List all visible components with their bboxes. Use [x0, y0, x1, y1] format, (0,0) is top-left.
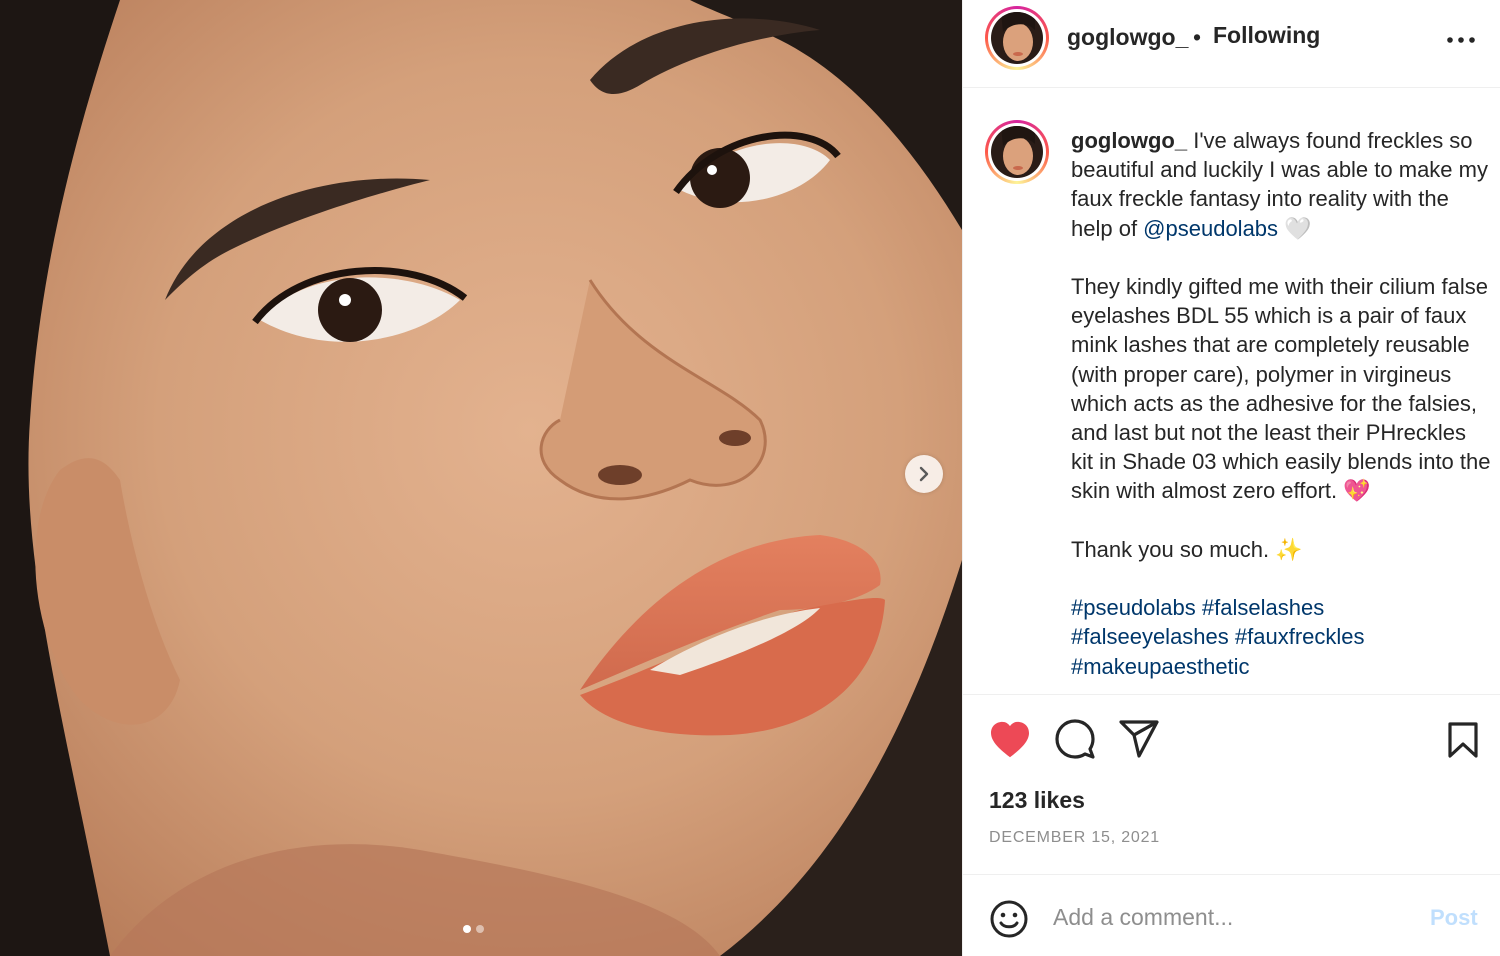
hashtag-link[interactable]: #pseudolabs: [1071, 595, 1196, 620]
save-button[interactable]: [1447, 721, 1479, 764]
avatar-image: [991, 12, 1043, 64]
bookmark-icon: [1448, 722, 1478, 758]
more-options-icon: [1447, 37, 1475, 43]
post-header: goglowgo_ • Following: [963, 0, 1500, 88]
post-details-panel: goglowgo_ • Following goglowgo_ I've alw…: [962, 0, 1500, 956]
post-photo[interactable]: [0, 0, 962, 956]
post-caption: goglowgo_ I've always found freckles so …: [1071, 126, 1491, 681]
post-date: DECEMBER 15, 2021: [989, 829, 1161, 846]
avatar[interactable]: [985, 6, 1049, 70]
caption-avatar[interactable]: [985, 120, 1049, 184]
sparkling-heart-emoji: 💖: [1343, 478, 1371, 504]
emoji-picker-button[interactable]: [989, 899, 1029, 944]
smiley-icon: [990, 900, 1028, 938]
caption-text: They kindly gifted me with their cilium …: [1071, 274, 1497, 504]
more-options-button[interactable]: [1443, 26, 1479, 54]
like-button[interactable]: [989, 721, 1031, 764]
author-username[interactable]: goglowgo_: [1067, 24, 1188, 51]
carousel-dot-active: [463, 925, 471, 933]
post-actions: 123 likes DECEMBER 15, 2021: [963, 694, 1500, 874]
mention-link[interactable]: @pseudolabs: [1143, 216, 1278, 241]
hashtag-link[interactable]: #makeupaesthetic: [1071, 654, 1250, 679]
comment-input[interactable]: [1053, 897, 1413, 937]
likes-count[interactable]: 123 likes: [989, 787, 1085, 814]
caption-username[interactable]: goglowgo_: [1071, 128, 1187, 153]
avatar-image: [991, 126, 1043, 178]
header-separator: •: [1193, 24, 1202, 50]
carousel-indicator: [463, 925, 484, 933]
selfie-illustration: [0, 0, 962, 956]
next-photo-button[interactable]: [905, 455, 943, 493]
hashtag-link[interactable]: #falseeyelashes: [1071, 624, 1229, 649]
carousel-dot: [476, 925, 484, 933]
post-comment-button[interactable]: Post: [1430, 905, 1478, 931]
share-button[interactable]: [1119, 719, 1159, 764]
caption-text: Thank you so much.: [1071, 536, 1276, 562]
comment-icon: [1055, 719, 1095, 759]
hashtag-link[interactable]: #falselashes: [1202, 595, 1324, 620]
comment-button[interactable]: [1055, 719, 1095, 764]
following-button[interactable]: Following: [1213, 22, 1320, 49]
hashtag-link[interactable]: #fauxfreckles: [1235, 624, 1365, 649]
add-comment-bar: Post: [963, 874, 1500, 956]
sparkles-emoji: ✨: [1275, 536, 1303, 562]
heart-filled-icon: [991, 721, 1029, 758]
white-heart-emoji: 🤍: [1278, 215, 1312, 241]
chevron-right-icon: [919, 466, 929, 482]
paper-plane-icon: [1119, 720, 1159, 758]
comments-section[interactable]: goglowgo_ I've always found freckles so …: [963, 88, 1500, 694]
